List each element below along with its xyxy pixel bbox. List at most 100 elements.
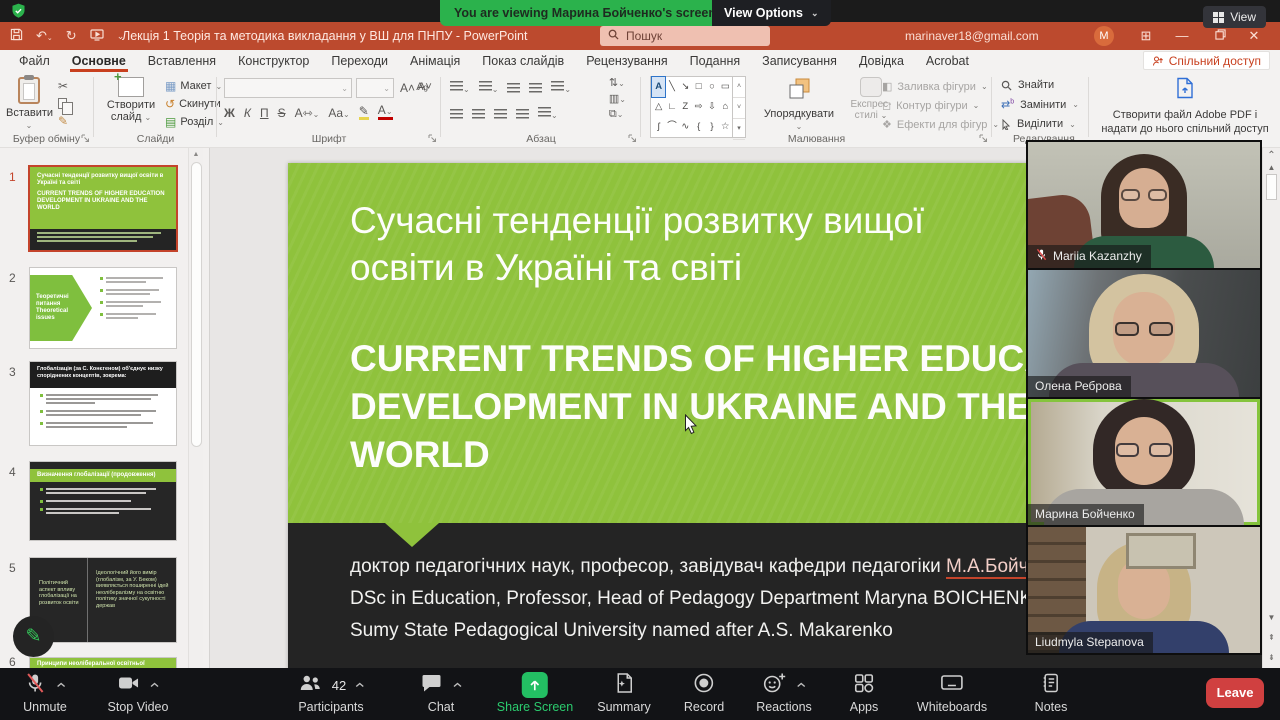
- undo-icon[interactable]: ↶⌄: [36, 28, 53, 44]
- create-adobe-pdf-button[interactable]: Створити файл Adobe PDF інадати до нього…: [1090, 77, 1280, 136]
- document-scrollbar[interactable]: ⌃ ▲ ▼ ⇞ ⇟: [1262, 148, 1280, 668]
- toolbar-unmute-button[interactable]: Unmute: [23, 672, 67, 714]
- leave-button[interactable]: Leave: [1206, 678, 1264, 708]
- start-slideshow-icon[interactable]: [90, 29, 104, 44]
- decrease-indent-icon[interactable]: [507, 83, 520, 94]
- shapes-gallery[interactable]: A╲↘□○▭ △∟Z⇨⇩⌂ ʃ⌒∿{}☆ ˄˅▾: [650, 76, 746, 138]
- shapes-gallery-scrollbar[interactable]: ˄˅▾: [732, 77, 745, 137]
- find-button[interactable]: Знайти: [1001, 79, 1079, 91]
- copy-icon[interactable]: [58, 98, 67, 109]
- textbox-shape-icon[interactable]: A: [652, 77, 665, 97]
- change-case-icon[interactable]: Aa⌄: [328, 106, 349, 120]
- slide-thumbnail-1[interactable]: Сучасні тенденції розвитку вищої освіти …: [30, 167, 176, 250]
- redo-icon[interactable]: ↻: [66, 28, 77, 44]
- convert-smartart-icon[interactable]: ⧉⌄: [609, 108, 626, 121]
- columns-icon[interactable]: ⌄: [538, 105, 558, 123]
- view-options-button[interactable]: View Options⌄: [712, 0, 831, 26]
- increase-indent-icon[interactable]: [529, 83, 542, 94]
- toolbar-record-button[interactable]: Record: [684, 672, 724, 714]
- bold-button[interactable]: Ж: [224, 106, 235, 120]
- ribbon-tab-5[interactable]: Анімація: [399, 50, 471, 72]
- toolbar-share-screen-button[interactable]: Share Screen: [497, 672, 573, 714]
- video-tile-3[interactable]: Марина Бойченко: [1028, 399, 1260, 525]
- search-input[interactable]: Пошук: [600, 26, 770, 46]
- strikethrough-button[interactable]: S: [278, 106, 286, 120]
- scroll-down-icon[interactable]: ▼: [1263, 613, 1280, 622]
- scrollbar-thumb[interactable]: [191, 162, 202, 447]
- share-document-button[interactable]: Спільний доступ: [1143, 51, 1270, 70]
- chevron-up-icon[interactable]: [797, 676, 807, 694]
- toolbar-apps-button[interactable]: Apps: [850, 672, 879, 714]
- minimize-button[interactable]: —: [1168, 22, 1196, 50]
- chevron-up-icon[interactable]: [453, 676, 463, 694]
- ribbon-tab-9[interactable]: Записування: [751, 50, 848, 72]
- chevron-up-icon[interactable]: [355, 676, 365, 694]
- ribbon-tab-7[interactable]: Рецензування: [575, 50, 678, 72]
- select-button[interactable]: Виділити⌄: [1001, 118, 1079, 130]
- save-icon[interactable]: [10, 28, 23, 44]
- font-name-select[interactable]: ⌄: [224, 78, 352, 98]
- video-tile-1[interactable]: Mariia Kazanzhy: [1028, 142, 1260, 268]
- font-dialog-launcher-icon[interactable]: [428, 134, 437, 143]
- slide-thumbnail-4[interactable]: Визначення глобалізації (продовження): [30, 462, 176, 540]
- collapse-ribbon-icon[interactable]: ⌃: [1263, 150, 1280, 161]
- chevron-up-icon[interactable]: [150, 676, 160, 694]
- ribbon-tab-8[interactable]: Подання: [679, 50, 751, 72]
- underline-button[interactable]: П: [260, 106, 269, 120]
- character-spacing-icon[interactable]: A⇿⌄: [295, 106, 320, 120]
- replace-button[interactable]: ⇄bЗамінити⌄: [1001, 98, 1079, 111]
- shape-effects-button[interactable]: ❖Ефекти для фігур⌄: [882, 118, 999, 131]
- slide-thumbnail-6[interactable]: Принципи неоліберальної освітньої: [30, 658, 176, 668]
- new-slide-button[interactable]: Створити слайд ⌄: [101, 77, 161, 124]
- toolbar-participants-button[interactable]: 42Participants: [297, 672, 365, 714]
- ribbon-tab-11[interactable]: Acrobat: [915, 50, 980, 72]
- toolbar-chat-button[interactable]: Chat: [420, 672, 463, 714]
- previous-slide-icon[interactable]: ⇞: [1263, 633, 1280, 642]
- align-center-icon[interactable]: [472, 109, 485, 120]
- shape-fill-button[interactable]: ◧Заливка фігури⌄: [882, 80, 999, 93]
- thumbnail-scrollbar[interactable]: ▲: [188, 148, 203, 668]
- next-slide-icon[interactable]: ⇟: [1263, 653, 1280, 662]
- slide-thumbnail-3[interactable]: Глобалізація (за С. Конєгеном) об'єднує …: [30, 362, 176, 445]
- format-painter-icon[interactable]: ✎: [58, 114, 68, 128]
- grow-font-icon[interactable]: A˄: [400, 81, 415, 95]
- toolbar-notes-button[interactable]: Notes: [1035, 672, 1068, 714]
- paragraph-dialog-launcher-icon[interactable]: [628, 134, 637, 143]
- ribbon-tab-10[interactable]: Довідка: [848, 50, 915, 72]
- video-tile-2[interactable]: Олена Реброва: [1028, 270, 1260, 396]
- justify-icon[interactable]: [516, 109, 529, 120]
- scroll-up-icon[interactable]: ▲: [189, 148, 203, 161]
- ribbon-tab-1[interactable]: Основне: [61, 50, 137, 72]
- arrange-button[interactable]: Упорядкувати⌄: [758, 77, 840, 132]
- video-tile-4[interactable]: Liudmyla Stepanova: [1028, 527, 1260, 653]
- ribbon-tab-0[interactable]: Файл: [8, 50, 61, 72]
- align-text-icon[interactable]: ▥⌄: [609, 92, 626, 105]
- ribbon-tab-4[interactable]: Переходи: [320, 50, 399, 72]
- clipboard-dialog-launcher-icon[interactable]: [81, 134, 90, 143]
- font-color-icon[interactable]: A⌄: [378, 105, 393, 120]
- cut-icon[interactable]: ✂: [58, 79, 68, 93]
- slide-thumbnail-2[interactable]: Теоретичні питанняTheoretical issues: [30, 268, 176, 348]
- ribbon-tab-3[interactable]: Конструктор: [227, 50, 320, 72]
- toolbar-whiteboards-button[interactable]: Whiteboards: [917, 672, 987, 714]
- ribbon-display-options-icon[interactable]: ⊞: [1132, 22, 1160, 50]
- account-email[interactable]: marinaver18@gmail.com: [905, 22, 1039, 50]
- view-button[interactable]: View: [1203, 6, 1266, 28]
- scroll-up-icon[interactable]: ▲: [1263, 163, 1280, 172]
- highlight-color-icon[interactable]: ✎: [359, 106, 369, 120]
- align-left-icon[interactable]: [450, 109, 463, 120]
- ribbon-tab-2[interactable]: Вставлення: [137, 50, 227, 72]
- line-spacing-icon[interactable]: ⌄: [551, 79, 571, 97]
- drawing-dialog-launcher-icon[interactable]: [979, 134, 988, 143]
- toolbar-summary-button[interactable]: Summary: [597, 672, 650, 714]
- paste-button[interactable]: Вставити⌄: [6, 77, 52, 131]
- numbering-icon[interactable]: ⌄: [479, 79, 499, 97]
- scrollbar-thumb[interactable]: [1266, 174, 1277, 200]
- clear-formatting-icon[interactable]: Aɡ: [416, 81, 428, 93]
- chevron-up-icon[interactable]: [57, 676, 67, 694]
- bullets-icon[interactable]: ⌄: [450, 79, 470, 97]
- account-avatar[interactable]: M: [1094, 26, 1114, 46]
- toolbar-reactions-button[interactable]: Reactions: [756, 672, 812, 714]
- shape-outline-button[interactable]: ◻Контур фігури⌄: [882, 99, 999, 112]
- align-right-icon[interactable]: [494, 109, 507, 120]
